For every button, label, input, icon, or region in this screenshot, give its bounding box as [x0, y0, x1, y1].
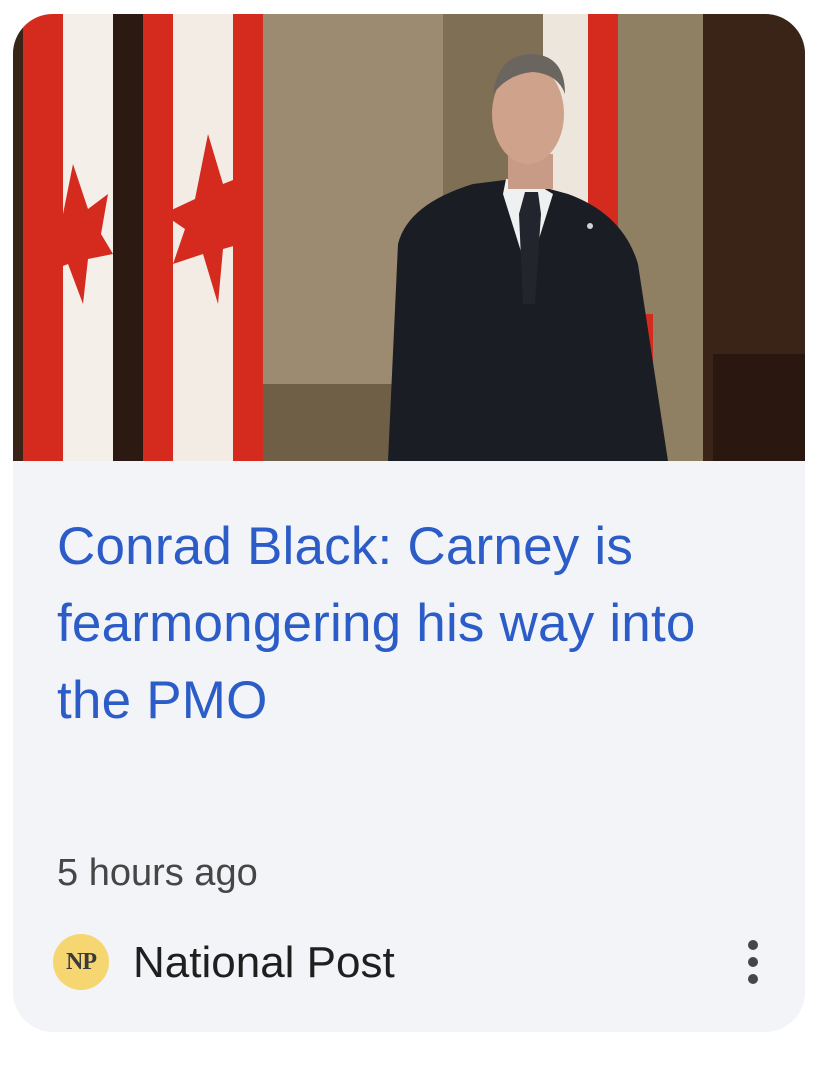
more-vert-icon-dot — [748, 957, 758, 967]
more-options-button[interactable] — [733, 932, 773, 992]
article-timestamp: 5 hours ago — [57, 852, 258, 894]
news-card[interactable]: Conrad Black: Carney is fearmongering hi… — [13, 14, 805, 1032]
article-headline[interactable]: Conrad Black: Carney is fearmongering hi… — [57, 508, 757, 739]
source-logo: NP — [53, 934, 109, 990]
article-photo — [13, 14, 805, 461]
source-name: National Post — [133, 938, 395, 987]
more-vert-icon-dot — [748, 974, 758, 984]
source-row: NP National Post — [53, 932, 773, 992]
more-vert-icon — [748, 940, 758, 950]
article-image[interactable] — [13, 14, 805, 461]
